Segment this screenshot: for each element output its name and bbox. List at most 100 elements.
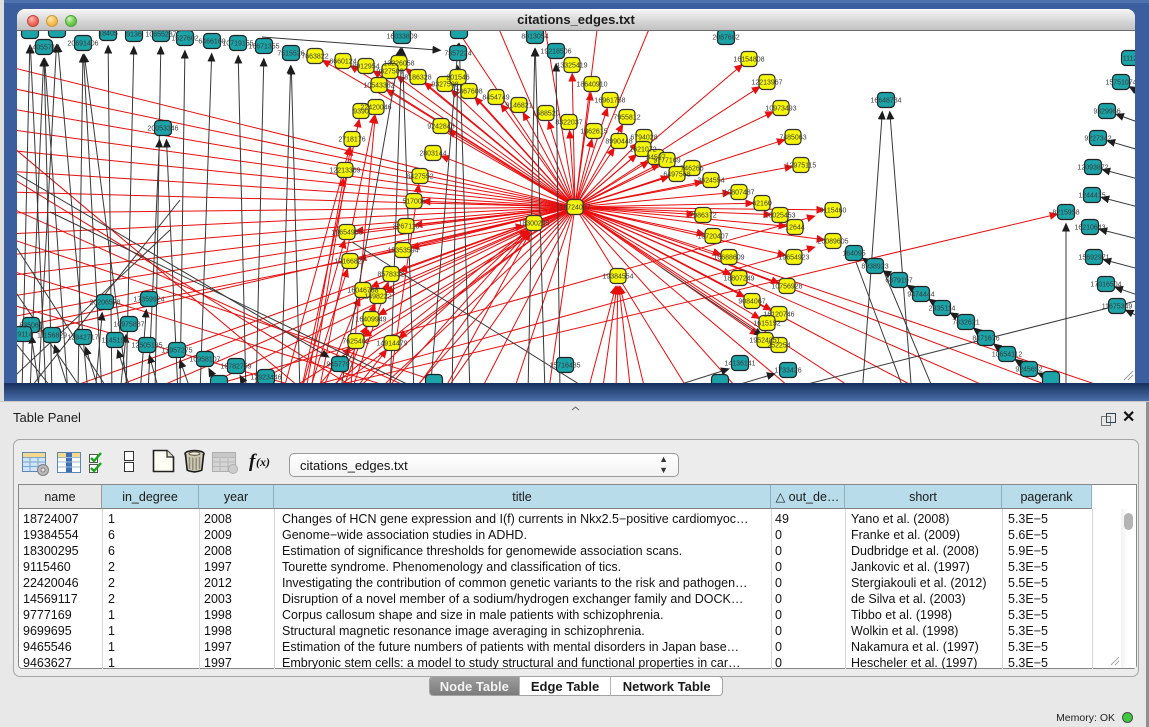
svg-text:17016504: 17016504: [1090, 282, 1121, 289]
svg-text:164095: 164095: [842, 251, 865, 258]
svg-text:9777169: 9777169: [653, 158, 680, 165]
svg-text:9136: 9136: [126, 32, 142, 39]
svg-text:19654985: 19654985: [331, 230, 362, 237]
svg-text:16671355: 16671355: [248, 44, 279, 51]
svg-text:835061: 835061: [19, 323, 42, 330]
svg-text:1362615: 1362615: [580, 129, 607, 136]
svg-text:16120746: 16120746: [763, 312, 794, 319]
svg-text:16782759: 16782759: [220, 364, 251, 371]
svg-text:10807487: 10807487: [723, 190, 754, 197]
svg-text:7955812: 7955812: [613, 115, 640, 122]
svg-text:7663822: 7663822: [301, 54, 328, 61]
svg-text:1498222: 1498222: [364, 294, 391, 301]
svg-text:16648784: 16648784: [870, 98, 901, 105]
svg-text:10688609: 10688609: [713, 255, 744, 262]
svg-text:19166827: 19166827: [334, 259, 365, 266]
svg-text:1733426: 1733426: [774, 368, 801, 375]
svg-text:20206578: 20206578: [89, 300, 120, 307]
svg-text:2935114: 2935114: [929, 306, 956, 313]
svg-text:10975887: 10975887: [113, 322, 144, 329]
svg-text:8322037: 8322037: [555, 120, 582, 127]
svg-text:13226058: 13226058: [383, 61, 414, 68]
svg-text:1621072: 1621072: [629, 147, 656, 154]
svg-text:12213369: 12213369: [329, 168, 360, 175]
svg-text:12505135: 12505135: [131, 343, 162, 350]
svg-text:17359924: 17359924: [133, 297, 164, 304]
svg-text:9327508: 9327508: [431, 82, 458, 89]
svg-text:39114: 39114: [17, 332, 33, 339]
svg-text:9390: 9390: [353, 109, 369, 116]
svg-text:6794028: 6794028: [630, 135, 657, 142]
svg-text:12213967: 12213967: [751, 80, 782, 87]
svg-text:16210643: 16210643: [1074, 225, 1105, 232]
svg-text:19384554: 19384554: [602, 274, 633, 281]
svg-text:8578332: 8578332: [377, 272, 404, 279]
svg-text:7357224: 7357224: [444, 51, 471, 58]
svg-text:11156829: 11156829: [37, 333, 67, 340]
svg-text:3624554: 3624554: [697, 178, 724, 185]
svg-text:10756928: 10756928: [771, 284, 802, 291]
svg-text:15751074: 15751074: [1105, 80, 1135, 87]
svg-text:1588520: 1588520: [532, 111, 559, 118]
svg-text:12093872: 12093872: [1077, 165, 1108, 172]
svg-text:2718176: 2718176: [338, 137, 365, 144]
svg-text:16033809: 16033809: [386, 34, 417, 41]
svg-text:252254: 252254: [767, 343, 790, 350]
svg-text:20089605: 20089605: [817, 239, 848, 246]
svg-text:8990448: 8990448: [605, 139, 632, 146]
svg-text:8427552: 8427552: [406, 174, 433, 181]
svg-text:9245652: 9245652: [1015, 367, 1042, 374]
svg-text:8215958: 8215958: [1052, 210, 1079, 217]
svg-text:13325419: 13325419: [556, 63, 587, 70]
svg-text:15353594: 15353594: [387, 248, 418, 255]
svg-text:16154808: 16154808: [733, 57, 764, 64]
svg-text:9474444: 9474444: [907, 292, 934, 299]
svg-text:9146821: 9146821: [505, 103, 532, 110]
svg-text:18724007: 18724007: [559, 205, 590, 212]
svg-text:8938923: 8938923: [861, 264, 888, 271]
svg-text:7832621: 7832621: [952, 320, 979, 327]
svg-text:62160: 62160: [752, 201, 772, 208]
svg-text:19218506: 19218506: [540, 49, 571, 56]
svg-text:8454749: 8454749: [482, 95, 509, 102]
svg-text:1527602: 1527602: [171, 36, 198, 43]
svg-text:12975115: 12975115: [786, 163, 817, 170]
svg-text:10025453: 10025453: [764, 213, 795, 220]
svg-text:2803144: 2803144: [419, 151, 446, 158]
svg-text:9227342: 9227342: [1084, 136, 1111, 143]
svg-text:2867608: 2867608: [455, 89, 482, 96]
svg-text:1145194: 1145194: [102, 338, 129, 345]
svg-text:12942717: 12942717: [67, 335, 98, 342]
svg-text:10958107: 10958107: [189, 357, 220, 364]
svg-text:9084067: 9084067: [738, 299, 765, 306]
svg-text:517006: 517006: [402, 199, 425, 206]
svg-text:10973493: 10973493: [765, 106, 796, 113]
svg-text:18640910: 18640910: [576, 82, 607, 89]
svg-text:10654112: 10654112: [992, 352, 1023, 359]
svg-text:12644: 12644: [785, 225, 805, 232]
svg-text:16961758: 16961758: [594, 98, 625, 105]
svg-text:20053346: 20053346: [147, 126, 178, 133]
svg-text:201546: 201546: [446, 75, 469, 82]
svg-text:14136141: 14136141: [724, 361, 755, 368]
svg-text:10543382: 10543382: [363, 83, 394, 90]
svg-text:746266: 746266: [680, 166, 703, 173]
svg-text:6879197: 6879197: [885, 278, 912, 285]
svg-text:14914479: 14914479: [376, 341, 407, 348]
svg-text:7485063: 7485063: [779, 135, 806, 142]
svg-text:7986372: 7986372: [689, 213, 716, 220]
svg-text:1112: 1112: [1123, 56, 1135, 63]
svg-text:7625402: 7625402: [342, 339, 369, 346]
svg-text:16409949: 16409949: [355, 317, 386, 324]
svg-text:3267110: 3267110: [393, 224, 420, 231]
svg-text:9457791: 9457791: [326, 362, 353, 369]
svg-text:9827509: 9827509: [376, 69, 403, 76]
svg-text:15720407: 15720407: [697, 234, 728, 241]
svg-text:9242848: 9242848: [427, 124, 454, 131]
svg-text:20691406: 20691406: [67, 41, 98, 48]
svg-text:9329966: 9329966: [1093, 109, 1120, 116]
svg-text:2087682: 2087682: [712, 35, 739, 42]
svg-text:12923446: 12923446: [250, 375, 281, 382]
svg-text:17957275: 17957275: [161, 348, 192, 355]
svg-text:1615152: 1615152: [753, 321, 780, 328]
